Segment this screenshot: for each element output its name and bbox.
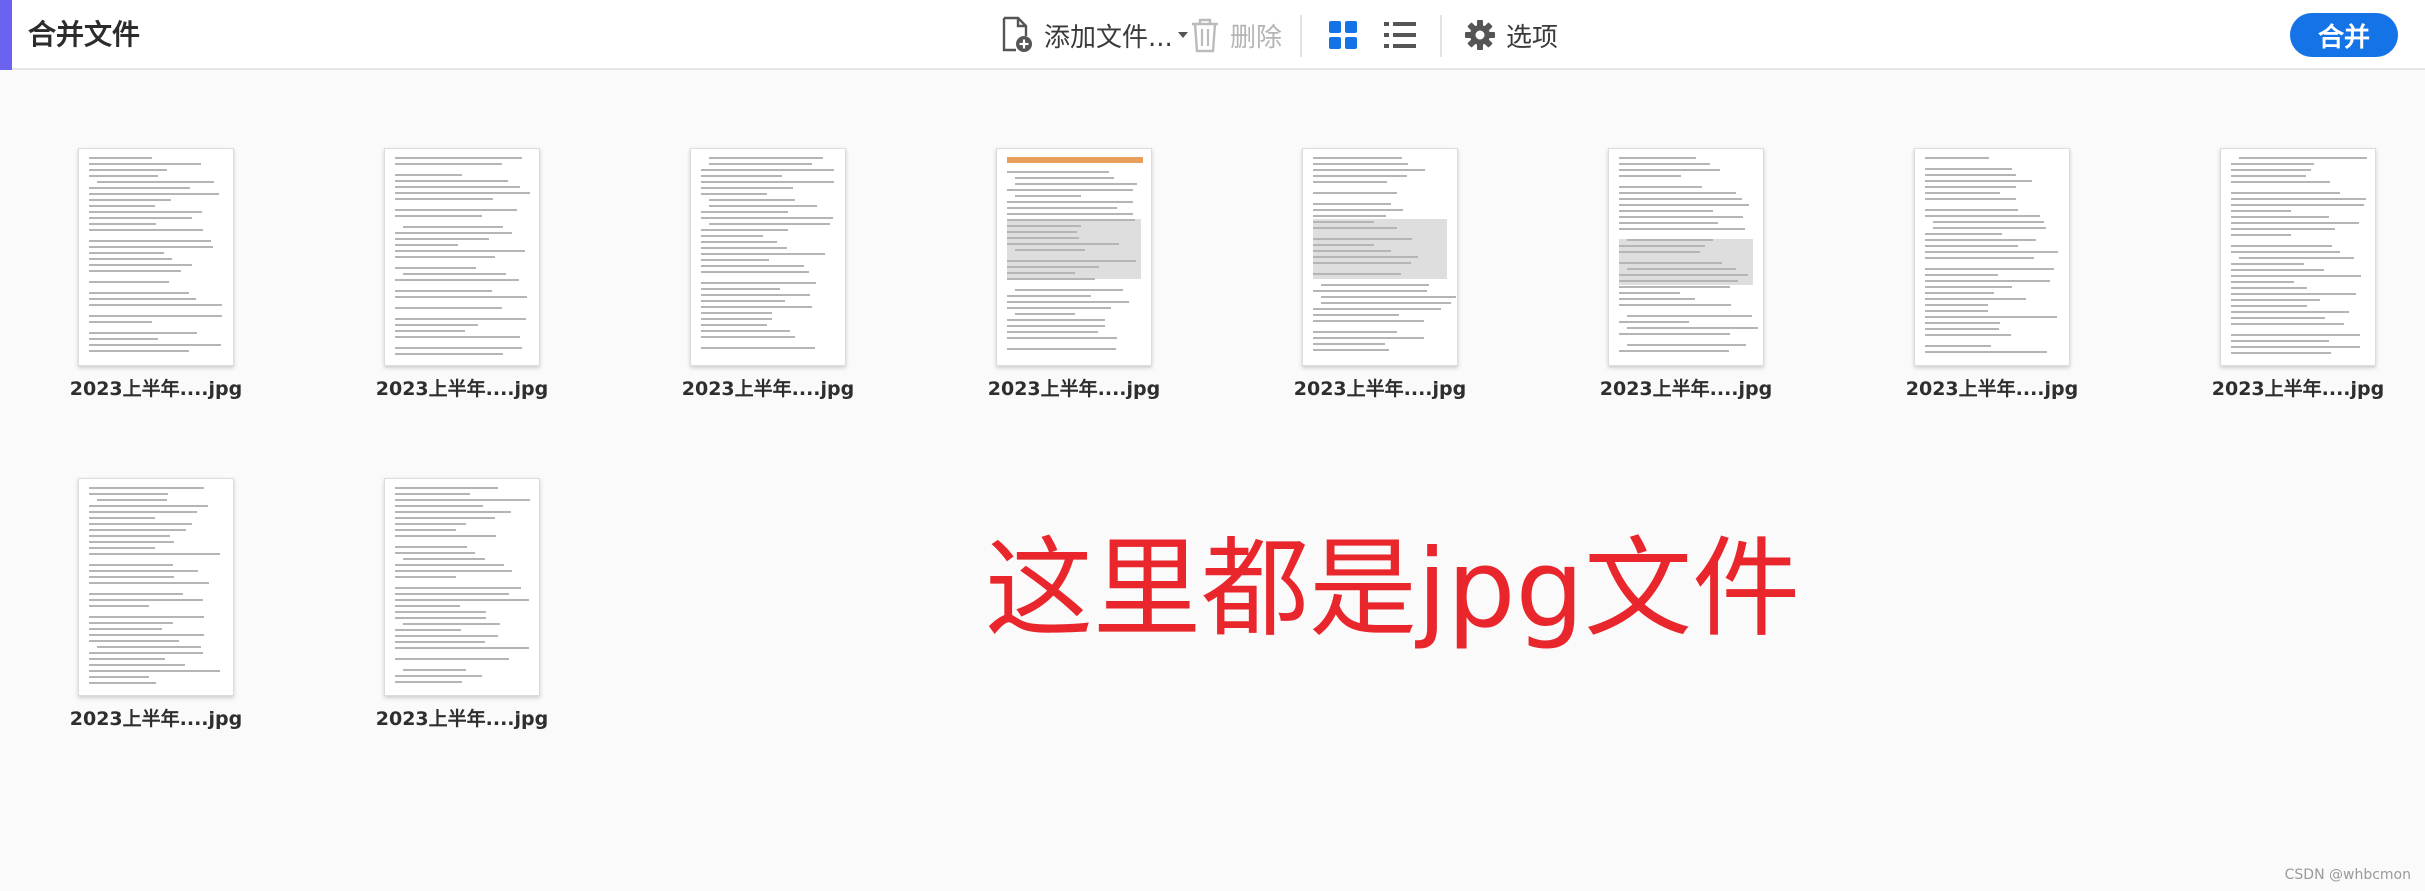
file-name: 2023上半年....jpg	[1905, 378, 2079, 400]
file-name: 2023上半年....jpg	[987, 378, 1161, 400]
annotation-text: 这里都是jpg文件	[985, 527, 1801, 652]
file-name: 2023上半年....jpg	[69, 708, 243, 730]
file-name: 2023上半年....jpg	[69, 378, 243, 400]
add-file-icon	[1000, 16, 1034, 54]
grid-view-button[interactable]	[1328, 12, 1358, 58]
file-tile[interactable]: 2023上半年....jpg	[662, 148, 862, 408]
file-tile[interactable]: 2023上半年....jpg	[1580, 148, 1780, 408]
file-name: 2023上半年....jpg	[1599, 378, 1773, 400]
file-tile[interactable]: 2023上半年....jpg	[50, 148, 250, 408]
file-tile[interactable]: 2023上半年....jpg	[1274, 148, 1474, 408]
options-button[interactable]: 选项	[1464, 12, 1558, 58]
file-name: 2023上半年....jpg	[1293, 378, 1467, 400]
delete-button[interactable]: 删除	[1190, 12, 1282, 58]
window-accent-bar	[0, 0, 12, 70]
file-name: 2023上半年....jpg	[2211, 378, 2385, 400]
file-thumbnail	[690, 148, 846, 366]
app-title: 合并文件	[28, 18, 141, 51]
dropdown-caret-icon[interactable]	[1177, 30, 1189, 40]
toolbar-divider	[1300, 15, 1302, 57]
watermark: CSDN @whbcmon	[2284, 867, 2411, 883]
file-name: 2023上半年....jpg	[681, 378, 855, 400]
file-name: 2023上半年....jpg	[375, 708, 549, 730]
file-tile[interactable]: 2023上半年....jpg	[968, 148, 1168, 408]
list-view-icon	[1384, 20, 1416, 50]
file-thumbnail	[1914, 148, 2070, 366]
options-label: 选项	[1506, 22, 1559, 53]
file-thumbnail	[2220, 148, 2376, 366]
file-tile[interactable]: 2023上半年....jpg	[50, 478, 250, 738]
grid-view-icon	[1328, 20, 1358, 50]
file-thumbnail	[1302, 148, 1458, 366]
file-thumbnail	[384, 478, 540, 696]
file-thumbnail	[384, 148, 540, 366]
file-thumbnail	[996, 148, 1152, 366]
toolbar-divider	[1440, 15, 1442, 57]
file-thumbnail	[78, 478, 234, 696]
file-tile[interactable]: 2023上半年....jpg	[2192, 148, 2392, 408]
trash-icon	[1190, 17, 1220, 53]
file-tile[interactable]: 2023上半年....jpg	[1886, 148, 2086, 408]
file-thumbnail	[1608, 148, 1764, 366]
gear-icon	[1464, 19, 1496, 51]
add-files-button[interactable]: 添加文件...	[1000, 12, 1189, 58]
file-tile[interactable]: 2023上半年....jpg	[356, 148, 556, 408]
delete-label: 删除	[1230, 22, 1283, 53]
file-tile[interactable]: 2023上半年....jpg	[356, 478, 556, 738]
file-name: 2023上半年....jpg	[375, 378, 549, 400]
add-files-label: 添加文件...	[1044, 22, 1173, 53]
toolbar: 合并文件 添加文件... 删除 选项 合并	[0, 0, 2425, 70]
merge-button[interactable]: 合并	[2290, 13, 2398, 57]
file-thumbnail	[78, 148, 234, 366]
list-view-button[interactable]	[1384, 12, 1416, 58]
